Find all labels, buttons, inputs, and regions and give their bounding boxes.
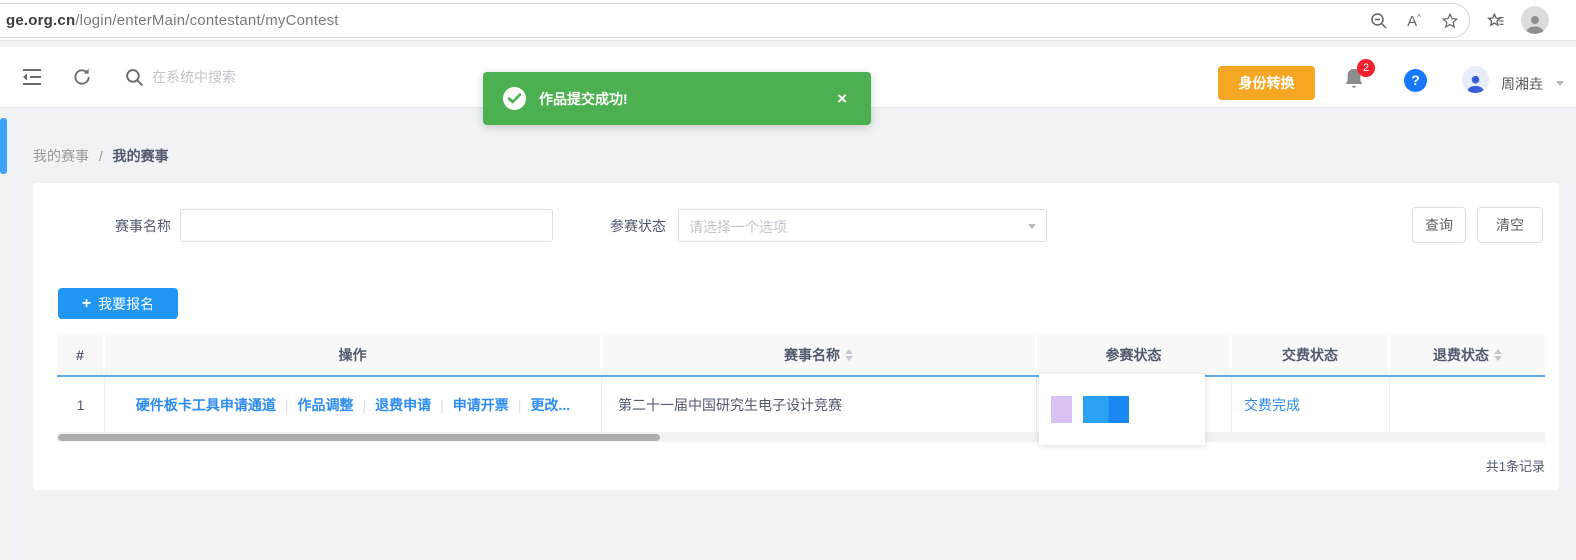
op-separator: | [440, 396, 444, 413]
record-count: 共1条记录 [1485, 459, 1545, 474]
breadcrumb: 我的赛事 / 我的赛事 [33, 146, 169, 166]
content-card: 赛事名称 参赛状态 请选择一个选项 查询 清空 + 我要报名 # 操作 赛事名称… [33, 183, 1559, 490]
op-separator: | [362, 396, 367, 413]
register-button-label: 我要报名 [98, 295, 155, 312]
browser-address-bar: ge.org.cn/login/enterMain/contestant/myC… [0, 0, 1576, 41]
sort-icon[interactable] [845, 349, 853, 361]
op-refund-apply-link[interactable]: 退费申请 [375, 395, 431, 415]
url-text[interactable]: ge.org.cn/login/enterMain/contestant/myC… [6, 12, 339, 29]
browser-profile-avatar[interactable] [1521, 6, 1549, 34]
contest-table: # 操作 赛事名称 参赛状态 交费状态 退费状态 1 硬件板卡工具申请通道 | … [57, 335, 1545, 475]
col-participation-status: 参赛状态 [1037, 335, 1232, 375]
col-payment-status: 交费状态 [1232, 335, 1390, 375]
col-index: # [57, 335, 105, 375]
row-contest-name-cell: 第二十一届中国研究生电子设计竞赛 [602, 377, 1037, 433]
username-label[interactable]: 周湘垚 [1501, 74, 1543, 94]
breadcrumb-current: 我的赛事 [112, 148, 169, 164]
notification-bell-icon[interactable]: 2 [1343, 59, 1375, 97]
op-separator: | [517, 396, 522, 413]
col-operations: 操作 [105, 335, 602, 375]
participation-status-label: 参赛状态 [610, 218, 666, 234]
op-work-adjust-link[interactable]: 作品调整 [298, 395, 354, 415]
col-refund-status[interactable]: 退费状态 [1390, 335, 1545, 375]
query-button[interactable]: 查询 [1412, 207, 1466, 243]
col-participation-status-label: 参赛状态 [1105, 347, 1162, 363]
url-domain: ge.org.cn [6, 12, 76, 29]
system-search-input[interactable] [152, 61, 452, 93]
col-index-label: # [76, 347, 84, 363]
payment-status-link[interactable]: 交费完成 [1232, 395, 1300, 415]
zoom-out-icon[interactable] [1366, 8, 1392, 34]
url-path: /login/enterMain/contestant/myContest [75, 12, 339, 29]
read-aloud-icon[interactable]: A ^ [1401, 8, 1427, 34]
search-icon[interactable] [122, 65, 146, 89]
breadcrumb-separator: / [98, 148, 103, 164]
row-refund-status-cell [1390, 377, 1545, 433]
op-invoice-apply-link[interactable]: 申请开票 [453, 395, 509, 415]
favorite-star-icon[interactable] [1437, 8, 1463, 34]
sort-icon[interactable] [1494, 349, 1502, 361]
user-avatar[interactable] [1462, 66, 1489, 93]
row-participation-status-cell [1037, 374, 1232, 445]
col-contest-name[interactable]: 赛事名称 [602, 335, 1037, 375]
collections-icon[interactable] [1483, 8, 1509, 34]
col-contest-name-label: 赛事名称 [784, 347, 840, 363]
table-row: 1 硬件板卡工具申请通道 | 作品调整 | 退费申请 | 申请开票 | 更改..… [57, 374, 1545, 445]
toast-close-icon[interactable]: × [837, 89, 847, 109]
op-separator: | [284, 396, 289, 413]
menu-fold-icon[interactable] [20, 65, 44, 89]
breadcrumb-parent[interactable]: 我的赛事 [33, 148, 89, 164]
horizontal-scrollbar-thumb[interactable] [58, 434, 660, 441]
select-placeholder: 请选择一个选项 [689, 219, 787, 235]
notification-count-badge: 2 [1357, 59, 1375, 77]
contest-name-text: 第二十一届中国研究生电子设计竞赛 [618, 396, 842, 413]
horizontal-scrollbar[interactable] [57, 433, 1545, 442]
clear-button[interactable]: 清空 [1477, 207, 1543, 243]
row-payment-status-cell: 交费完成 [1232, 377, 1390, 433]
identity-switch-button[interactable]: 身份转换 [1218, 66, 1315, 100]
vertical-scrollbar[interactable] [0, 108, 7, 560]
col-payment-status-label: 交费状态 [1282, 347, 1338, 363]
col-operations-label: 操作 [338, 347, 367, 363]
help-icon[interactable]: ? [1404, 69, 1427, 92]
participation-status-overlay [1039, 374, 1205, 445]
success-check-icon [503, 87, 526, 110]
toast-message: 作品提交成功! [539, 90, 628, 107]
row-index: 1 [76, 396, 85, 413]
row-index-cell: 1 [57, 377, 105, 433]
op-change-link[interactable]: 更改... [530, 395, 570, 415]
success-toast: 作品提交成功! × [483, 72, 871, 125]
status-badge-blue [1083, 396, 1129, 423]
participation-status-select[interactable]: 请选择一个选项 [678, 209, 1047, 242]
contest-name-input[interactable] [180, 209, 553, 242]
refresh-icon[interactable] [70, 65, 94, 89]
user-dropdown-caret-icon[interactable] [1556, 81, 1564, 86]
contest-name-label: 赛事名称 [115, 218, 171, 234]
col-refund-status-label: 退费状态 [1433, 347, 1489, 363]
vertical-scrollbar-thumb[interactable] [0, 118, 7, 174]
op-hardware-board-link[interactable]: 硬件板卡工具申请通道 [136, 395, 276, 415]
status-badge-purple [1051, 396, 1072, 423]
plus-icon: + [81, 294, 92, 312]
select-caret-icon [1028, 224, 1036, 229]
row-operations-cell: 硬件板卡工具申请通道 | 作品调整 | 退费申请 | 申请开票 | 更改... [105, 377, 602, 433]
register-button[interactable]: + 我要报名 [58, 288, 178, 319]
table-header-row: # 操作 赛事名称 参赛状态 交费状态 退费状态 [57, 335, 1545, 375]
